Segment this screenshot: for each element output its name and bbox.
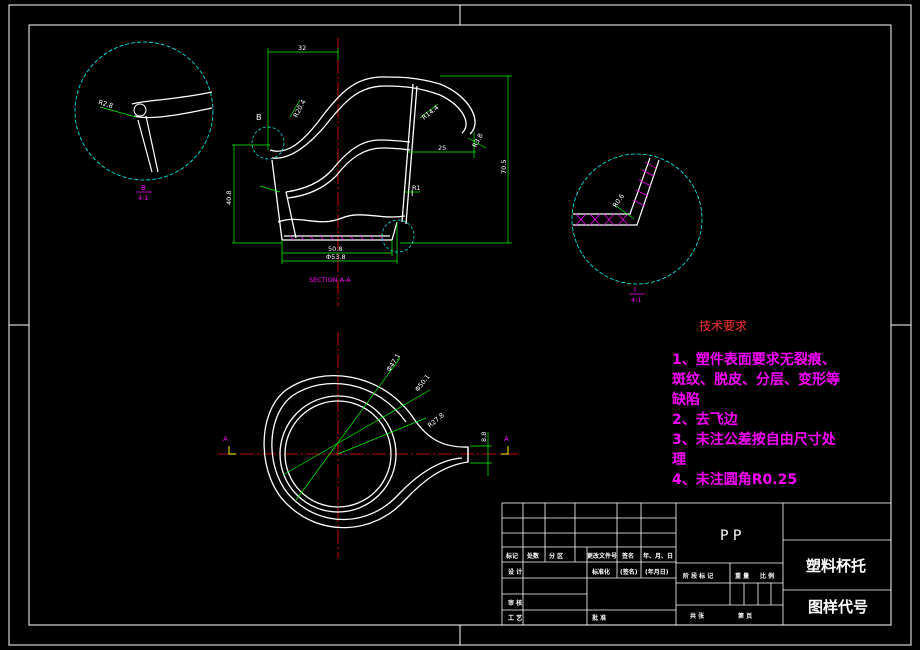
tech-req-line-1: 1、塑件表面要求无裂痕、 [672, 352, 836, 368]
tech-req-line-7: 4、未注圆角R0.25 [672, 472, 798, 488]
cut-label-right: A [504, 435, 509, 443]
tb-stage-header: 阶 段 标 记 [683, 572, 713, 580]
detail-i-scale: 4:1 [631, 296, 641, 304]
dim-right-width: 25 [438, 144, 446, 152]
tb-drawing-code: 图样代号 [808, 598, 868, 616]
dim-bottom-outer: Φ53.8 [326, 253, 346, 261]
cad-drawing-canvas: 32 25 50.8 Φ53.8 R1 40.8 70.5 R20.4 R14.… [0, 0, 920, 650]
tb-material: P P [720, 528, 741, 544]
tb-sheets-total: 共 张 [690, 612, 705, 620]
tb-process: 工 艺 [508, 614, 522, 622]
dim-height-left: 40.8 [225, 191, 233, 205]
dim-top-width: 32 [298, 44, 306, 52]
tb-design: 设 计 [508, 568, 522, 576]
tb-review: 审 核 [508, 599, 522, 607]
detail-i-label: I [634, 286, 636, 294]
rev-header-1: 处数 [526, 552, 540, 560]
tb-weight-header: 重 量 [735, 572, 749, 580]
tech-req-line-4: 2、去飞边 [672, 412, 738, 428]
tb-signature: (签名) [620, 568, 638, 576]
tb-scale-header: 比 例 [760, 572, 774, 580]
rev-header-4: 签名 [621, 552, 634, 560]
cut-label-left: A [223, 435, 228, 443]
tech-req-heading: 技术要求 [699, 319, 748, 333]
rev-header-0: 标记 [505, 552, 518, 560]
tb-approve: 批 准 [592, 614, 606, 622]
section-caption: SECTION A-A [309, 276, 351, 284]
tech-req-line-2: 斑纹、脱皮、分层、变形等 [672, 372, 840, 388]
tb-date: (年月日) [645, 568, 669, 576]
detail-b-marker: B [256, 113, 262, 122]
tech-req-line-6: 理 [672, 452, 686, 468]
detail-b-scale: 4:1 [138, 194, 148, 202]
tb-part-name: 塑料杯托 [806, 557, 866, 575]
detail-b-label: B [141, 184, 146, 192]
plan-dim-width-right: 8.8 [480, 432, 488, 442]
tech-req-line-3: 缺陷 [672, 392, 700, 408]
tb-standardize: 标准化 [591, 568, 610, 576]
dim-height-right: 70.5 [500, 160, 508, 174]
rev-header-5: 年、月、日 [643, 552, 673, 560]
rev-header-3: 更改文件号 [587, 552, 617, 560]
rev-header-2: 分 区 [549, 552, 563, 560]
detail-i-marker: I [411, 189, 413, 198]
dim-bottom-inner: 50.8 [328, 245, 342, 253]
tech-req-line-5: 3、未注公差按自由尺寸处 [672, 432, 836, 448]
tb-sheet-no: 第 页 [737, 612, 752, 620]
